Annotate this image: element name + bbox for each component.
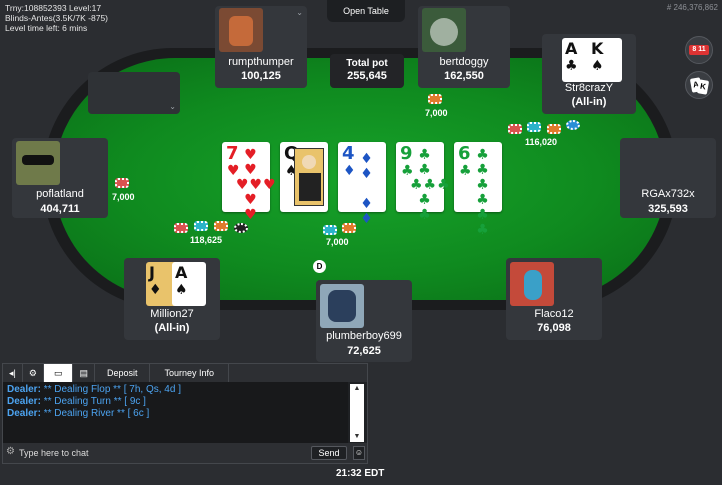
empty-seat[interactable]: ⌄ [88,72,180,114]
player-stack: 404,711 [40,203,80,215]
clock: 21:32 EDT [336,468,385,479]
player-stack: 162,550 [444,70,484,82]
tournament-level: Trny:108852393 Level:17 [5,3,102,13]
player-name: Str8crazY [564,82,614,94]
chip-icon [508,124,522,134]
level-time-left: Level time left: 6 mins [5,23,88,33]
gear-icon[interactable]: ⚙ [23,364,44,382]
chat-line: Dealer: ** Dealing Flop ** [ 7h, Qs, 4d … [7,384,181,395]
chat-scrollbar[interactable]: ▲ ▼ [350,384,364,442]
send-button[interactable]: Send [311,446,347,460]
tournament-info: Trny:108852393 Level:17 Blinds-Antes(3.5… [5,3,108,33]
tourney-info-tab[interactable]: Tourney Info [150,364,230,382]
bet-bertdoggy: 7,000 [425,108,448,118]
chip-icon [194,221,208,231]
bet-million27: 118,625 [190,235,223,245]
queen-face-icon [294,148,324,206]
player-name: Flaco12 [534,308,574,320]
chip-icon [323,225,337,235]
bet-poflatland: 7,000 [112,192,135,202]
chevron-down-icon: ⌄ [169,102,176,111]
chat-input[interactable] [19,446,289,460]
seat-bertdoggy[interactable]: bertdoggy 162,550 [418,6,510,88]
player-stack: 100,125 [241,70,281,82]
emoji-icon[interactable]: ☺ [353,446,365,460]
collapse-chat-button[interactable]: ◂| [3,364,23,382]
chat-panel: ◂| ⚙ ▭ ▤ Deposit Tourney Info Dealer: **… [2,363,368,464]
player-name: Million27 [150,308,194,320]
community-card-2: Q ♠ [280,142,328,212]
notes-tab[interactable]: ▤ [73,364,95,382]
community-card-1: 7 ♥ ♥ ♥ ♥♥♥ ♥ ♥ [222,142,276,223]
player-name: RGAx732x [641,188,695,200]
chip-icon [527,122,541,132]
chat-line: Dealer: ** Dealing Turn ** [ 9c ] [7,396,146,407]
stats-badge: 8 11 [689,45,709,55]
chip-icon [214,221,228,231]
deposit-tab[interactable]: Deposit [95,364,151,382]
chip-icon [234,223,248,233]
seat-plumberboy699[interactable]: plumberboy699 72,625 [316,280,412,362]
chip-icon [547,124,561,134]
open-table-button[interactable]: Open Table [327,0,405,22]
blinds-antes: Blinds-Antes(3.5K/7K -875) [5,13,108,23]
chip-icon [174,223,188,233]
player-name: plumberboy699 [326,330,402,342]
chat-tabs: ◂| ⚙ ▭ ▤ Deposit Tourney Info [3,364,367,382]
table-id: # 246,376,862 [666,3,718,12]
hole-card: A ♠ [172,262,206,306]
player-stack: 76,098 [537,322,571,334]
seat-rumpthumper[interactable]: rumpthumper 100,125 ⌄ [215,6,307,88]
player-stack: 325,593 [648,203,688,215]
player-name: poflatland [36,188,84,200]
total-pot: Total pot 255,645 [330,54,404,88]
chip-icon [342,223,356,233]
seat-poflatland[interactable]: poflatland 404,711 [12,138,108,218]
community-card-4: 9 ♣ ♣ ♣ ♣♣♣ ♣ ♣ [396,142,450,223]
player-name: rumpthumper [228,56,294,68]
gear-icon[interactable]: ⚙ [6,446,15,457]
community-card-5: 6 ♣ ♣ ♣ ♣ ♣ ♣ ♣ [454,142,502,238]
scroll-down-icon[interactable]: ▼ [350,432,364,442]
chat-log: Dealer: ** Dealing Flop ** [ 7h, Qs, 4d … [3,382,348,444]
card-icon: K [696,79,710,95]
chip-icon [428,94,442,104]
chat-line: Dealer: ** Dealing River ** [ 6c ] [7,408,150,419]
avatar [422,8,466,52]
bet-str8crazy: 116,020 [525,137,558,147]
avatar [219,8,263,52]
seat-str8crazy[interactable]: A ♣ K ♠ Str8crazY (All-in) [542,34,636,114]
chevron-down-icon: ⌄ [296,8,303,17]
table-stats-button[interactable]: 8 11 [685,36,713,64]
chip-icon [566,120,580,130]
avatar [16,141,60,185]
avatar [320,284,364,328]
hole-card: K ♠ [588,38,622,82]
seat-million27[interactable]: J ♦ A ♠ Million27 (All-in) [124,258,220,340]
chip-icon [115,178,129,188]
dealer-button: D [313,260,326,273]
player-stack: (All-in) [154,322,190,334]
player-stack: (All-in) [571,96,607,108]
player-name: bertdoggy [439,56,489,68]
hand-rankings-button[interactable]: A K [685,71,713,99]
avatar [510,262,554,306]
player-stack: 72,625 [347,345,381,357]
seat-rgax732x[interactable]: RGAx732x 325,593 [620,138,716,218]
scroll-up-icon[interactable]: ▲ [350,384,364,394]
total-pot-label: Total pot [346,58,388,69]
total-pot-amount: 255,645 [347,70,387,82]
seat-flaco12[interactable]: Flaco12 76,098 [506,258,602,340]
chat-input-bar: ⚙ Send ☺ [3,443,367,463]
bet-plumberboy699: 7,000 [326,237,349,247]
community-card-3: 4 ♦ ♦ ♦ ♦ ♦ [338,142,386,227]
chat-tab[interactable]: ▭ [43,364,74,382]
